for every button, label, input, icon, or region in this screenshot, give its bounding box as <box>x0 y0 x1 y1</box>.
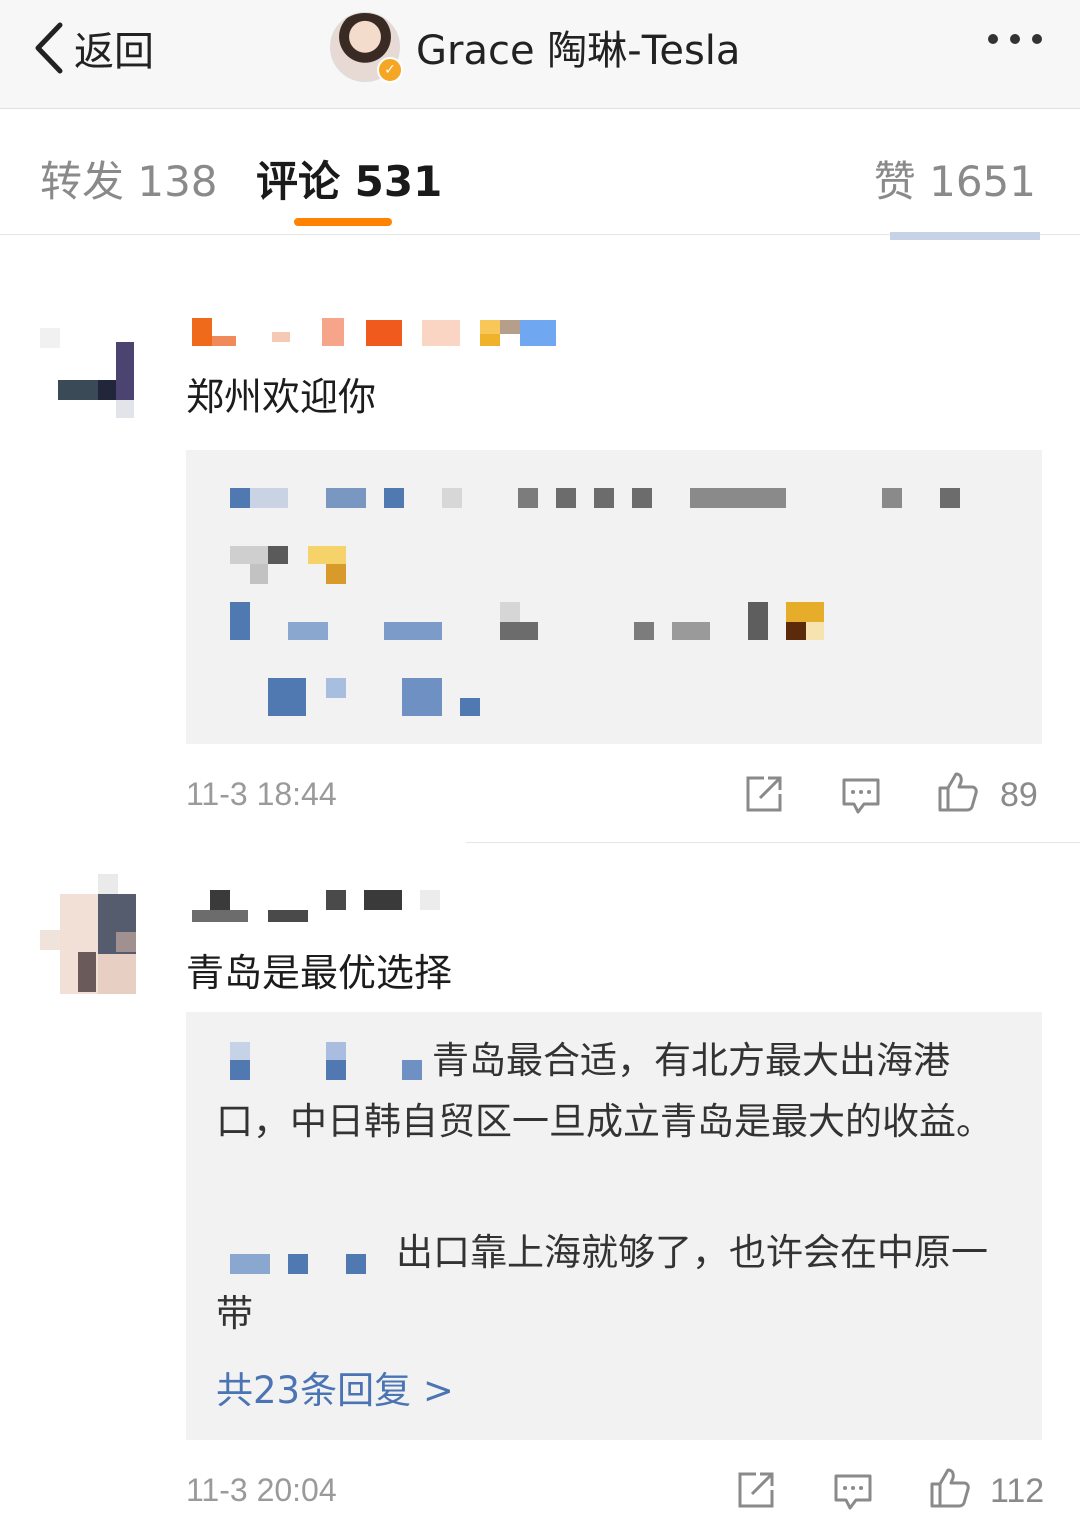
comment-button[interactable] <box>832 1470 874 1516</box>
like-count: 112 <box>990 1472 1045 1510</box>
like-icon <box>938 772 978 812</box>
reply-preview[interactable]: 青岛最合适，有北方最大出海港口，中日韩自贸区一旦成立青岛是最大的收益。 出口靠上… <box>186 1012 1042 1440</box>
username-blurred[interactable] <box>192 316 562 348</box>
sort-remnant <box>890 232 1040 240</box>
avatar[interactable] <box>40 874 150 994</box>
like-button[interactable] <box>928 1466 970 1512</box>
back-button[interactable]: 返回 <box>30 16 154 80</box>
share-icon <box>738 1472 774 1508</box>
tab-comments[interactable]: 评论 531 <box>256 148 442 209</box>
tab-reposts[interactable]: 转发 138 <box>40 148 218 209</box>
comment-text: 郑州欢迎你 <box>186 375 377 419</box>
like-button[interactable] <box>936 770 978 816</box>
comment-text: 青岛是最优选择 <box>186 951 453 995</box>
comment-item: 青岛是最优选择 青岛最合适，有北方最大出海港口，中日韩自贸区一旦成立青岛是最大的… <box>0 866 1080 1518</box>
share-button[interactable] <box>742 774 784 820</box>
more-dots-icon[interactable] <box>988 34 1042 44</box>
comment-timestamp: 11-3 20:04 <box>186 1472 337 1508</box>
top-nav-bar: 返回 ✓ Grace 陶琳-Tesla <box>0 0 1080 109</box>
reply-preview[interactable] <box>186 450 1042 744</box>
avatar[interactable] <box>40 308 150 418</box>
tab-bar: 转发 138 评论 531 赞 1651 <box>0 110 1080 235</box>
comment-button[interactable] <box>840 774 882 820</box>
page-title: Grace 陶琳-Tesla <box>416 28 741 74</box>
share-button[interactable] <box>734 1470 776 1516</box>
reply-text: 青岛最合适，有北方最大出海港口，中日韩自贸区一旦成立青岛是最大的收益。 <box>216 1039 993 1143</box>
like-icon <box>930 1468 970 1508</box>
comment-divider <box>466 842 1080 843</box>
comment-icon <box>834 1474 872 1510</box>
back-label: 返回 <box>74 29 154 75</box>
comment-item: 郑州欢迎你 11-3 18:44 89 <box>0 300 1080 840</box>
comment-icon <box>842 778 880 814</box>
username-blurred[interactable] <box>192 890 442 924</box>
share-icon <box>746 776 782 812</box>
avatar[interactable]: ✓ <box>330 12 403 83</box>
comment-timestamp: 11-3 18:44 <box>186 776 337 812</box>
tab-likes[interactable]: 赞 1651 <box>874 148 1036 209</box>
reply-blurred-content <box>230 488 970 716</box>
like-count: 89 <box>1000 776 1038 814</box>
profile-title[interactable]: ✓ Grace 陶琳-Tesla <box>330 12 741 83</box>
back-chevron-icon <box>35 22 63 74</box>
active-tab-indicator <box>294 218 392 226</box>
verified-icon: ✓ <box>377 57 403 83</box>
more-replies-link[interactable]: 共23条回复 > <box>216 1360 454 1414</box>
reply-text: 出口靠上海就够了，也许会在中原一带 <box>216 1231 988 1335</box>
